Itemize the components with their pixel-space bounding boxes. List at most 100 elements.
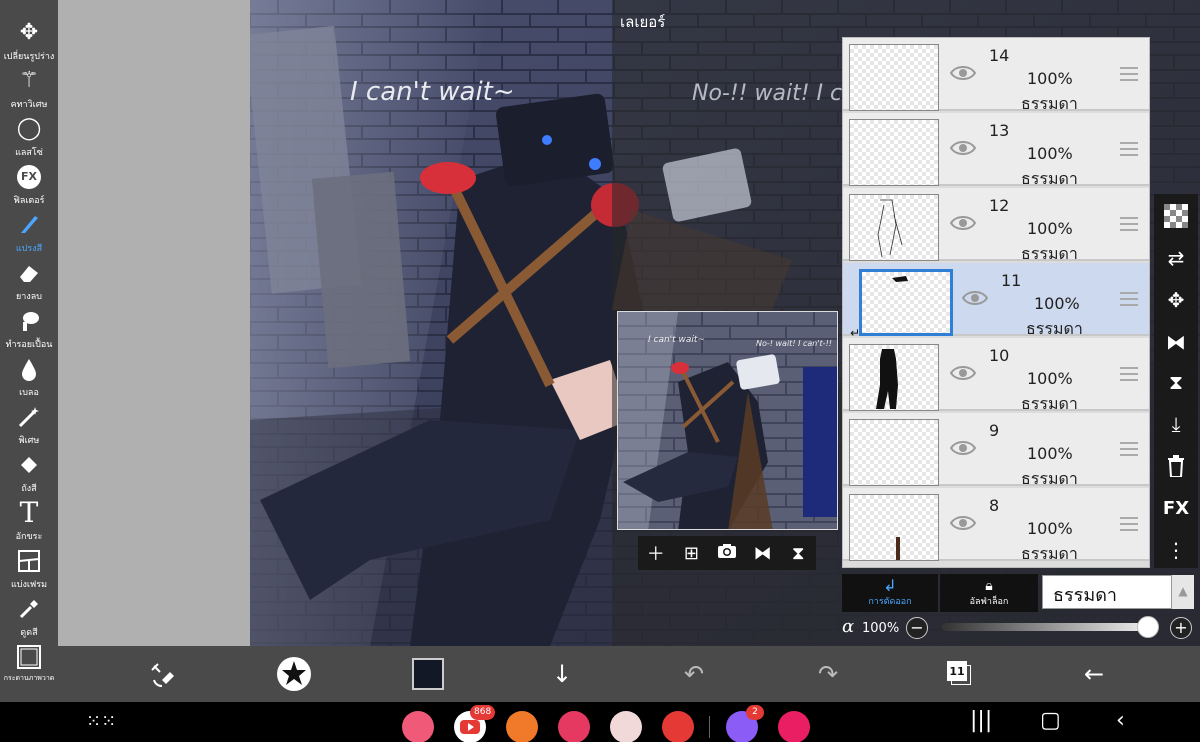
color-swatch[interactable]	[408, 646, 448, 702]
layer-actions-column: ⇄ ✥ ⧓ ⧗ ⤓ FX ⋮	[1154, 194, 1198, 568]
blend-mode-select[interactable]: ธรรมดา	[1042, 575, 1172, 609]
camera-app-icon[interactable]	[558, 711, 590, 742]
flip-v-icon[interactable]: ⧗	[784, 543, 812, 564]
redo-icon[interactable]: ↷	[810, 646, 846, 702]
layer-row-14[interactable]: 14 100% ธรรมดา	[843, 38, 1149, 113]
tool-canvas[interactable]: กระดานภาพวาด	[0, 642, 58, 690]
tool-text[interactable]: T อักขระ	[0, 498, 58, 546]
canvas-margin	[58, 0, 250, 646]
eyedropper-icon	[14, 594, 44, 624]
more-icon[interactable]: ⋮	[1154, 530, 1198, 570]
back-arrow-icon[interactable]: ←	[1076, 646, 1112, 702]
ibis-paint-app-icon[interactable]	[662, 711, 694, 742]
download-icon[interactable]: ↓	[544, 646, 580, 702]
layer-thumbnail	[849, 344, 939, 411]
magic-wand-icon: ⚚	[19, 68, 39, 93]
layer-thumbnail	[849, 419, 939, 486]
eye-icon[interactable]	[950, 439, 976, 457]
drag-handle-icon[interactable]	[1120, 367, 1138, 381]
layer-thumbnail	[859, 269, 953, 336]
transform-swap-icon[interactable]	[144, 646, 180, 702]
layer-number: 12	[989, 196, 1010, 215]
bucket-icon	[14, 450, 44, 480]
tool-transform[interactable]: ✥ เปลี่ยนรูปร่าง	[0, 18, 58, 66]
chevron-up-icon[interactable]: ▲	[1172, 575, 1194, 609]
drag-handle-icon[interactable]	[1120, 67, 1138, 81]
layers-icon[interactable]: 11	[942, 646, 978, 702]
layer-number: 14	[989, 46, 1010, 65]
character-app-icon[interactable]	[610, 711, 642, 742]
layer-number: 11	[1001, 271, 1022, 290]
drag-handle-icon[interactable]	[1120, 292, 1138, 306]
flower-app-icon[interactable]	[778, 711, 810, 742]
eye-icon[interactable]	[950, 364, 976, 382]
opacity-minus-button[interactable]: −	[906, 617, 928, 639]
layer-list[interactable]: 14 100% ธรรมดา 13 100% ธรรมดา 12 100% ธร…	[842, 37, 1150, 568]
app-drawer-icon[interactable]: ⁙⁙	[86, 711, 116, 732]
add-layer-icon[interactable]: ＋	[642, 540, 670, 566]
drag-handle-icon[interactable]	[1120, 442, 1138, 456]
layer-row-11[interactable]: 11 100% ธรรมดา	[843, 263, 1149, 338]
canvas-preview[interactable]: I can't wait~ No-! wait! I can't-!!	[617, 311, 838, 530]
opacity-slider[interactable]	[942, 623, 1148, 631]
tool-filter[interactable]: FX ฟิลเตอร์	[0, 162, 58, 210]
eye-icon[interactable]	[950, 214, 976, 232]
opacity-slider-knob[interactable]	[1137, 616, 1159, 638]
layer-opacity: 100%	[1027, 369, 1073, 388]
artwork-behind-panel: No-!! wait! I c	[612, 81, 842, 310]
trash-icon[interactable]	[1154, 446, 1198, 486]
drag-handle-icon[interactable]	[1120, 217, 1138, 231]
clipping-button[interactable]: ↲ การตัดออก	[842, 574, 938, 612]
alpha-lock-button[interactable]: 🔒︎ อัลฟ่าล็อก	[940, 574, 1038, 612]
layer-row-13[interactable]: 13 100% ธรรมดา	[843, 113, 1149, 188]
eye-icon[interactable]	[962, 289, 988, 307]
clipping-icon: ↲	[883, 576, 897, 595]
layer-thumbnail	[849, 44, 939, 111]
move-icon[interactable]: ✥	[1154, 280, 1198, 320]
sketch-app-icon[interactable]	[506, 711, 538, 742]
alpha-symbol: α	[842, 616, 855, 637]
undo-icon[interactable]: ↶	[676, 646, 712, 702]
tool-frame-divider[interactable]: แบ่งเฟรม	[0, 546, 58, 594]
drag-handle-icon[interactable]	[1120, 142, 1138, 156]
flip-vertical-icon[interactable]: ⧗	[1154, 362, 1198, 402]
tool-blur[interactable]: เบลอ	[0, 354, 58, 402]
eye-icon[interactable]	[950, 514, 976, 532]
add-copy-icon[interactable]: ⊞	[677, 543, 705, 564]
fx-icon[interactable]: FX	[1154, 488, 1198, 528]
flip-horizontal-icon[interactable]: ⧓	[1154, 322, 1198, 362]
opacity-plus-button[interactable]: +	[1170, 617, 1192, 639]
home-icon[interactable]: ▢	[1040, 708, 1061, 733]
drag-handle-icon[interactable]	[1120, 517, 1138, 531]
camera-icon[interactable]	[713, 543, 741, 564]
transfer-icon[interactable]: ⇄	[1154, 238, 1198, 278]
system-nav-bar: ⁙⁙ 868 2 ||| ▢ ‹	[0, 702, 1200, 742]
eye-icon[interactable]	[950, 64, 976, 82]
layer-row-10[interactable]: 10 100% ธรรมดา	[843, 338, 1149, 413]
layer-opacity: 100%	[1027, 219, 1073, 238]
tool-eyedropper[interactable]: ดูดสี	[0, 594, 58, 642]
layer-row-9[interactable]: 9 100% ธรรมดา	[843, 413, 1149, 488]
recents-icon[interactable]: |||	[970, 708, 992, 733]
brush-preset-icon[interactable]	[274, 646, 314, 702]
dock-divider	[709, 716, 710, 738]
layer-thumbnail	[849, 119, 939, 186]
tool-eraser[interactable]: ยางลบ	[0, 258, 58, 306]
dock-app-1[interactable]	[402, 711, 434, 742]
tool-lasso[interactable]: ◯ แลสโซ่	[0, 114, 58, 162]
tool-brush[interactable]: แปรงสี	[0, 210, 58, 258]
lasso-icon: ◯	[16, 116, 42, 141]
merge-down-icon[interactable]: ⤓	[1154, 404, 1198, 444]
left-toolbar: ✥ เปลี่ยนรูปร่าง ⚚ คทาวิเศษ ◯ แลสโซ่ FX ฟิลเ…	[0, 0, 58, 702]
layer-row-8[interactable]: 8 100% ธรรมดา	[843, 488, 1149, 563]
artwork-text-right: No-!! wait! I c	[692, 81, 842, 106]
eye-icon[interactable]	[950, 139, 976, 157]
back-nav-icon[interactable]: ‹	[1116, 708, 1125, 733]
tool-smudge[interactable]: ทำรอยเปื้อน	[0, 306, 58, 354]
flip-h-icon[interactable]: ⧓	[749, 543, 777, 564]
checker-icon[interactable]	[1154, 196, 1198, 236]
tool-bucket[interactable]: ถังสี	[0, 450, 58, 498]
tool-magic-wand[interactable]: ⚚ คทาวิเศษ	[0, 66, 58, 114]
layer-row-12[interactable]: 12 100% ธรรมดา	[843, 188, 1149, 263]
tool-special[interactable]: พิเศษ	[0, 402, 58, 450]
